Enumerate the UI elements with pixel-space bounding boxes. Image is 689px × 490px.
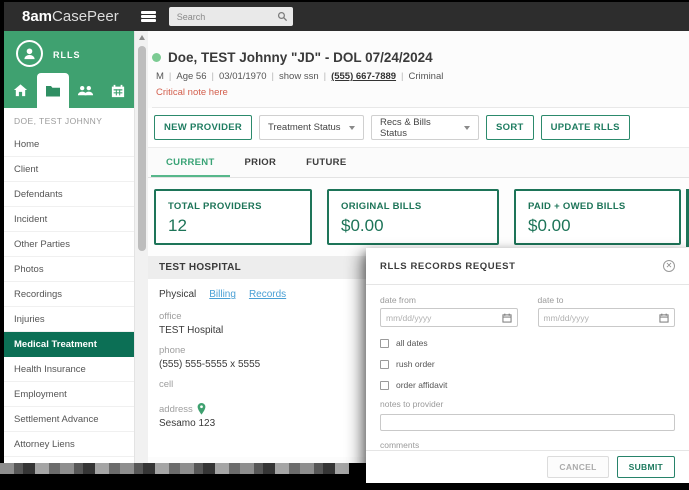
tab-prior[interactable]: PRIOR [230,148,292,177]
summary-cards: TOTAL PROVIDERS 12 ORIGINAL BILLS $0.00 … [148,178,689,256]
date-to-input[interactable] [543,312,659,323]
tab-future[interactable]: FUTURE [291,148,361,177]
user-avatar[interactable] [16,40,43,67]
sidebar-item-defendants[interactable]: Defendants [4,182,134,207]
sidebar-item-health-insurance[interactable]: Health Insurance [4,357,134,382]
sidebar-account-section: RLLS [4,31,134,108]
date-to-field [537,308,675,327]
sidebar-item-photos[interactable]: Photos [4,257,134,282]
treatment-view-tabs: CURRENT PRIOR FUTURE [148,147,689,178]
scrollbar-thumb[interactable] [138,46,146,251]
date-from-label: date from [380,295,416,305]
sidebar-item-incident[interactable]: Incident [4,207,134,232]
meta-age: Age 56 [176,71,207,82]
scrollbar-up-arrow-icon[interactable] [138,35,145,40]
notes-to-provider-input[interactable] [380,413,675,431]
rush-order-checkbox[interactable] [380,359,389,369]
all-dates-label: all dates [396,338,428,348]
original-bills-value: $0.00 [341,216,384,235]
search-icon[interactable] [277,11,288,22]
sidebar-scrollbar[interactable] [134,31,148,463]
map-pin-icon[interactable] [197,403,206,415]
chevron-down-icon [349,125,356,130]
provider-toolbar: NEW PROVIDER Treatment Status Recs & Bil… [148,108,689,147]
order-affidavit-checkbox[interactable] [380,380,389,390]
provider-tab-physical[interactable]: Physical [159,289,196,300]
calendar-icon[interactable] [102,73,135,108]
date-from-input[interactable] [386,312,502,323]
sidebar-item-settlement-advance[interactable]: Settlement Advance [4,407,134,432]
chevron-down-icon [464,125,471,130]
calendar-picker-icon[interactable] [501,313,512,323]
address-label: address [159,403,193,415]
tab-current[interactable]: CURRENT [151,148,230,177]
rush-order-label: rush order [396,359,435,369]
case-meta-row: M | Age 56 | 03/01/1970 | show ssn | (555) 667-7… [156,71,444,82]
provider-tab-billing[interactable]: Billing [209,289,236,300]
hamburger-menu-icon[interactable] [140,11,156,22]
account-initials: RLLS [53,50,81,60]
sidebar-item-client[interactable]: Client [4,157,134,182]
sidebar-icon-tabs [4,73,134,108]
case-header: Doe, TEST Johnny "JD" - DOL 07/24/2024 M… [148,31,689,108]
calendar-picker-icon[interactable] [659,313,669,323]
cancel-button[interactable]: CANCEL [547,456,609,478]
paid-owed-bills-value: $0.00 [528,216,571,235]
critical-note: Critical note here [156,87,228,98]
search-box [168,7,293,26]
contacts-icon[interactable] [69,73,102,108]
recs-bills-status-dropdown[interactable]: Recs & Bills Status [371,115,480,140]
provider-tab-records[interactable]: Records [249,289,286,300]
meta-case-type: Criminal [408,71,444,82]
original-bills-card: ORIGINAL BILLS $0.00 [327,189,499,245]
case-status-dot [152,53,161,62]
modal-title: RLLS RECORDS REQUEST [380,260,516,272]
case-folder-icon[interactable] [36,73,69,108]
screenshot-torn-edge [0,463,349,474]
sidebar-case-name: DOE, TEST JOHNNY [14,116,103,126]
logo-bold-text: 8am [22,8,53,25]
sidebar-item-medical-treatment[interactable]: Medical Treatment [4,332,134,357]
total-providers-value: 12 [168,216,187,235]
sidebar-item-home[interactable]: Home [4,132,134,157]
total-providers-card: TOTAL PROVIDERS 12 [154,189,312,245]
case-title: Doe, TEST Johnny "JD" - DOL 07/24/2024 [168,50,433,65]
sidebar-item-other-parties[interactable]: Other Parties [4,232,134,257]
show-ssn-link[interactable]: show ssn [279,71,319,82]
sidebar-item-injuries[interactable]: Injuries [4,307,134,332]
casepeer-logo[interactable]: 8amCasePeer [22,8,119,25]
date-from-field [380,308,518,327]
sort-button[interactable]: SORT [486,115,534,140]
date-to-label: date to [537,295,564,305]
close-icon[interactable]: ✕ [663,260,675,272]
sidebar-item-employment[interactable]: Employment [4,382,134,407]
order-affidavit-label: order affidavit [396,380,448,390]
sidebar-item-attorney-liens[interactable]: Attorney Liens [4,432,134,457]
submit-button[interactable]: SUBMIT [616,456,675,478]
rlls-records-request-modal: RLLS RECORDS REQUEST ✕ date from date to [366,248,689,483]
comments-label: comments [380,439,420,450]
sidebar-item-recordings[interactable]: Recordings [4,282,134,307]
meta-gender: M [156,71,164,82]
sidebar: RLLS DOE, TEST JOHNNY Home Client Defend… [4,31,134,463]
notes-to-provider-label: notes to provider [380,399,444,409]
new-provider-button[interactable]: NEW PROVIDER [154,115,253,140]
top-bar: 8amCasePeer [4,2,689,31]
home-icon[interactable] [4,73,37,108]
all-dates-checkbox[interactable] [380,338,389,348]
phone-link[interactable]: (555) 667-7889 [331,71,396,82]
meta-dob: 03/01/1970 [218,71,267,82]
search-input[interactable] [176,11,277,22]
paid-owed-bills-card: PAID + OWED BILLS $0.00 [514,189,681,245]
update-rlls-button[interactable]: UPDATE RLLS [540,115,630,140]
logo-light-text: CasePeer [52,8,119,25]
treatment-status-dropdown[interactable]: Treatment Status [259,115,365,140]
